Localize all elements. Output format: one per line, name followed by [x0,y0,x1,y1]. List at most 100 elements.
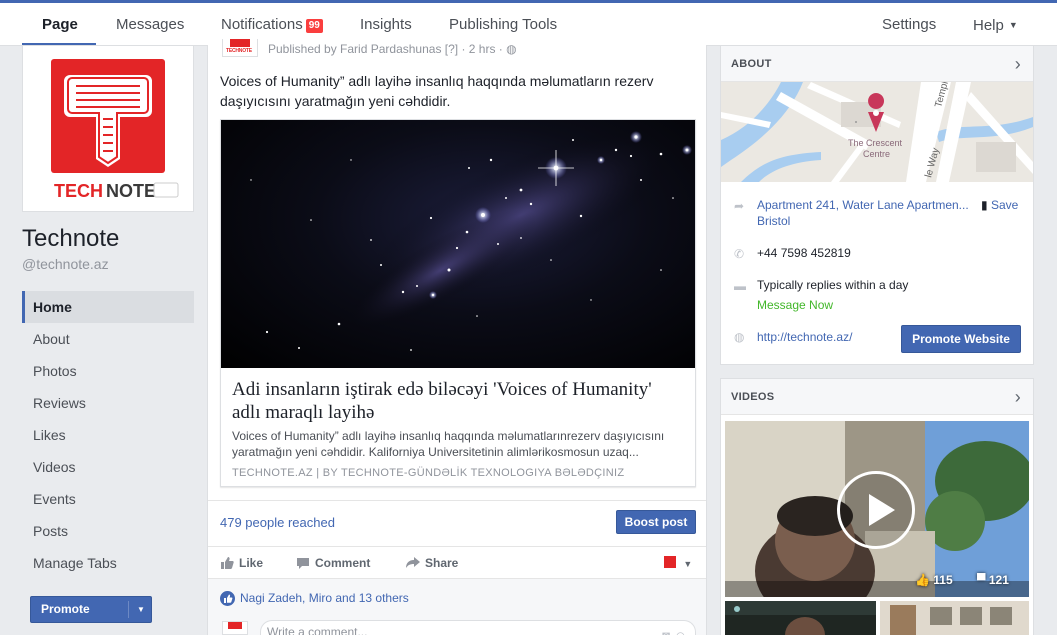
about-header-label: ABOUT [731,58,772,70]
post-body-text: Voices of Humanity” adlı layihə insanlıq… [220,73,654,109]
svg-text:The Crescent: The Crescent [848,138,903,148]
post-reach-row: 479 people reached Boost post [208,500,706,548]
videos-header[interactable]: VIDEOS › [721,379,1033,415]
response-time: Typically replies within a day Message No… [757,277,908,313]
like-button[interactable]: Like [220,547,263,579]
link-preview-card[interactable]: Adi insanların iştirak edə biləcəyi 'Voi… [220,119,696,487]
logo-mark [230,39,250,47]
phone-number: +44 7598 452819 [757,246,851,260]
avatar-logo-text: TECHNOTE [226,48,252,54]
promote-label: Promote [41,602,90,616]
link-preview-image [221,120,695,368]
tab-insights-label: Insights [360,16,412,33]
technote-logo: TECH NOTE [28,49,188,207]
location-map[interactable]: The Crescent Centre Temple le Way [721,82,1033,182]
caret-down-icon[interactable]: ▼ [137,597,145,622]
notifications-badge: 99 [305,19,323,33]
response-time-text: Typically replies within a day [757,278,909,292]
thumbs-up-icon [221,557,234,569]
videos-header-label: VIDEOS [731,391,775,403]
bookmark-icon: ▮ [981,198,988,212]
reactions-summary: Nagi Zadeh, Miro and 13 others Write a c… [208,579,706,635]
chevron-right-icon[interactable]: › [1015,379,1021,415]
page-username[interactable]: @technote.az [22,256,109,272]
post-author-avatar[interactable]: TECHNOTE [222,39,258,57]
save-location-button[interactable]: ▮ Save [981,197,1018,213]
sidebar-item-posts[interactable]: Posts [22,515,194,547]
tab-publishing-tools[interactable]: Publishing Tools [449,3,557,46]
tab-page[interactable]: Page [42,3,78,46]
share-label: Share [425,556,459,570]
share-icon [406,557,420,568]
comment-label: Comment [315,556,371,570]
page-title: Technote [22,225,120,252]
help-menu[interactable]: Help ▼ [973,3,1018,46]
sidebar-item-manage-tabs[interactable]: Manage Tabs [22,547,194,579]
post-as-selector[interactable]: ▼ [664,547,692,579]
video-likes: 👍 115 [915,573,953,587]
svg-text:Centre: Centre [863,149,890,159]
sidebar-item-reviews[interactable]: Reviews [22,387,194,419]
post-meta: Published by Farid Pardashunas [?] · 2 h… [268,42,517,56]
help-label: Help [973,17,1004,34]
button-divider [128,601,129,618]
comment-icon: ▀ [977,573,986,587]
sidebar-item-photos[interactable]: Photos [22,355,194,387]
message-icon: ▬ [734,279,746,293]
link-preview-title: Adi insanların iştirak edə biləcəyi 'Voi… [232,379,652,423]
boost-post-button[interactable]: Boost post [616,510,696,534]
address-line1: Apartment 241, Water Lane Apartmen... [757,198,969,212]
address-line2: Bristol [757,214,791,228]
settings-link[interactable]: Settings [882,3,936,46]
tab-messages[interactable]: Messages [116,3,184,46]
video-comments: ▀ 121 [977,573,1009,587]
svg-text:NOTE: NOTE [106,181,156,201]
chevron-right-icon[interactable]: › [1015,46,1021,82]
comment-placeholder: Write a comment... [267,625,368,635]
tab-notifications-label: Notifications [221,16,303,33]
directions-icon: ➦ [734,199,745,213]
message-now-link[interactable]: Message Now [757,297,833,313]
caret-down-icon: ▼ [1008,20,1018,30]
video-thumbnail-2[interactable] [725,601,876,635]
page-profile-picture[interactable]: TECH NOTE [22,45,194,212]
comment-input[interactable]: Write a comment... ◙ ☺ [260,620,696,635]
tab-messages-label: Messages [116,16,185,33]
post-action-bar: Like Comment Share ▼ [208,546,706,579]
sidebar-item-likes[interactable]: Likes [22,419,194,451]
people-reached-link[interactable]: 479 people reached [220,515,335,530]
comment-icon [297,558,309,569]
tab-page-label: Page [42,16,78,33]
featured-video[interactable]: 👍 115 ▀ 121 [725,421,1029,597]
globe-icon: ◍ [506,42,517,56]
video-comments-count: 121 [988,573,1009,587]
camera-icon[interactable]: ◙ ☺ [662,625,687,635]
promote-website-button[interactable]: Promote Website [901,325,1021,353]
svg-text:TECH: TECH [54,181,103,201]
website-row: ◍ http://technote.az/ Promote Website [721,325,1033,355]
commenter-avatar [222,621,248,635]
address-link[interactable]: Apartment 241, Water Lane Apartmen... Bri… [757,197,969,229]
page-sidebar-nav: Home About Photos Reviews Likes Videos E… [22,291,194,579]
reaction-names-link[interactable]: Nagi Zadeh, Miro and 13 others [240,591,409,605]
like-reaction-icon [220,591,235,606]
save-label: Save [990,198,1019,212]
share-button[interactable]: Share [405,547,458,579]
about-header[interactable]: ABOUT › [721,46,1033,82]
caret-down-icon: ▼ [683,559,693,569]
post-meta-text: Published by Farid Pardashunas [?] · 2 h… [268,42,507,56]
sidebar-item-videos[interactable]: Videos [22,451,194,483]
video-thumbnail-3[interactable] [880,601,1029,635]
sidebar-item-events[interactable]: Events [22,483,194,515]
play-icon[interactable] [837,471,915,549]
videos-card: VIDEOS › 👍 115 ▀ 121 [720,378,1034,635]
like-label: Like [239,556,264,570]
tab-insights[interactable]: Insights [360,3,412,46]
link-preview-description: Voices of Humanity” adlı layihə insanlıq… [232,429,665,459]
sidebar-item-about[interactable]: About [22,323,194,355]
website-link[interactable]: http://technote.az/ [757,329,852,345]
comment-button[interactable]: Comment [296,547,370,579]
promote-button[interactable]: Promote ▼ [30,596,152,623]
sidebar-item-home[interactable]: Home [22,291,194,323]
logo-mark [228,622,242,629]
